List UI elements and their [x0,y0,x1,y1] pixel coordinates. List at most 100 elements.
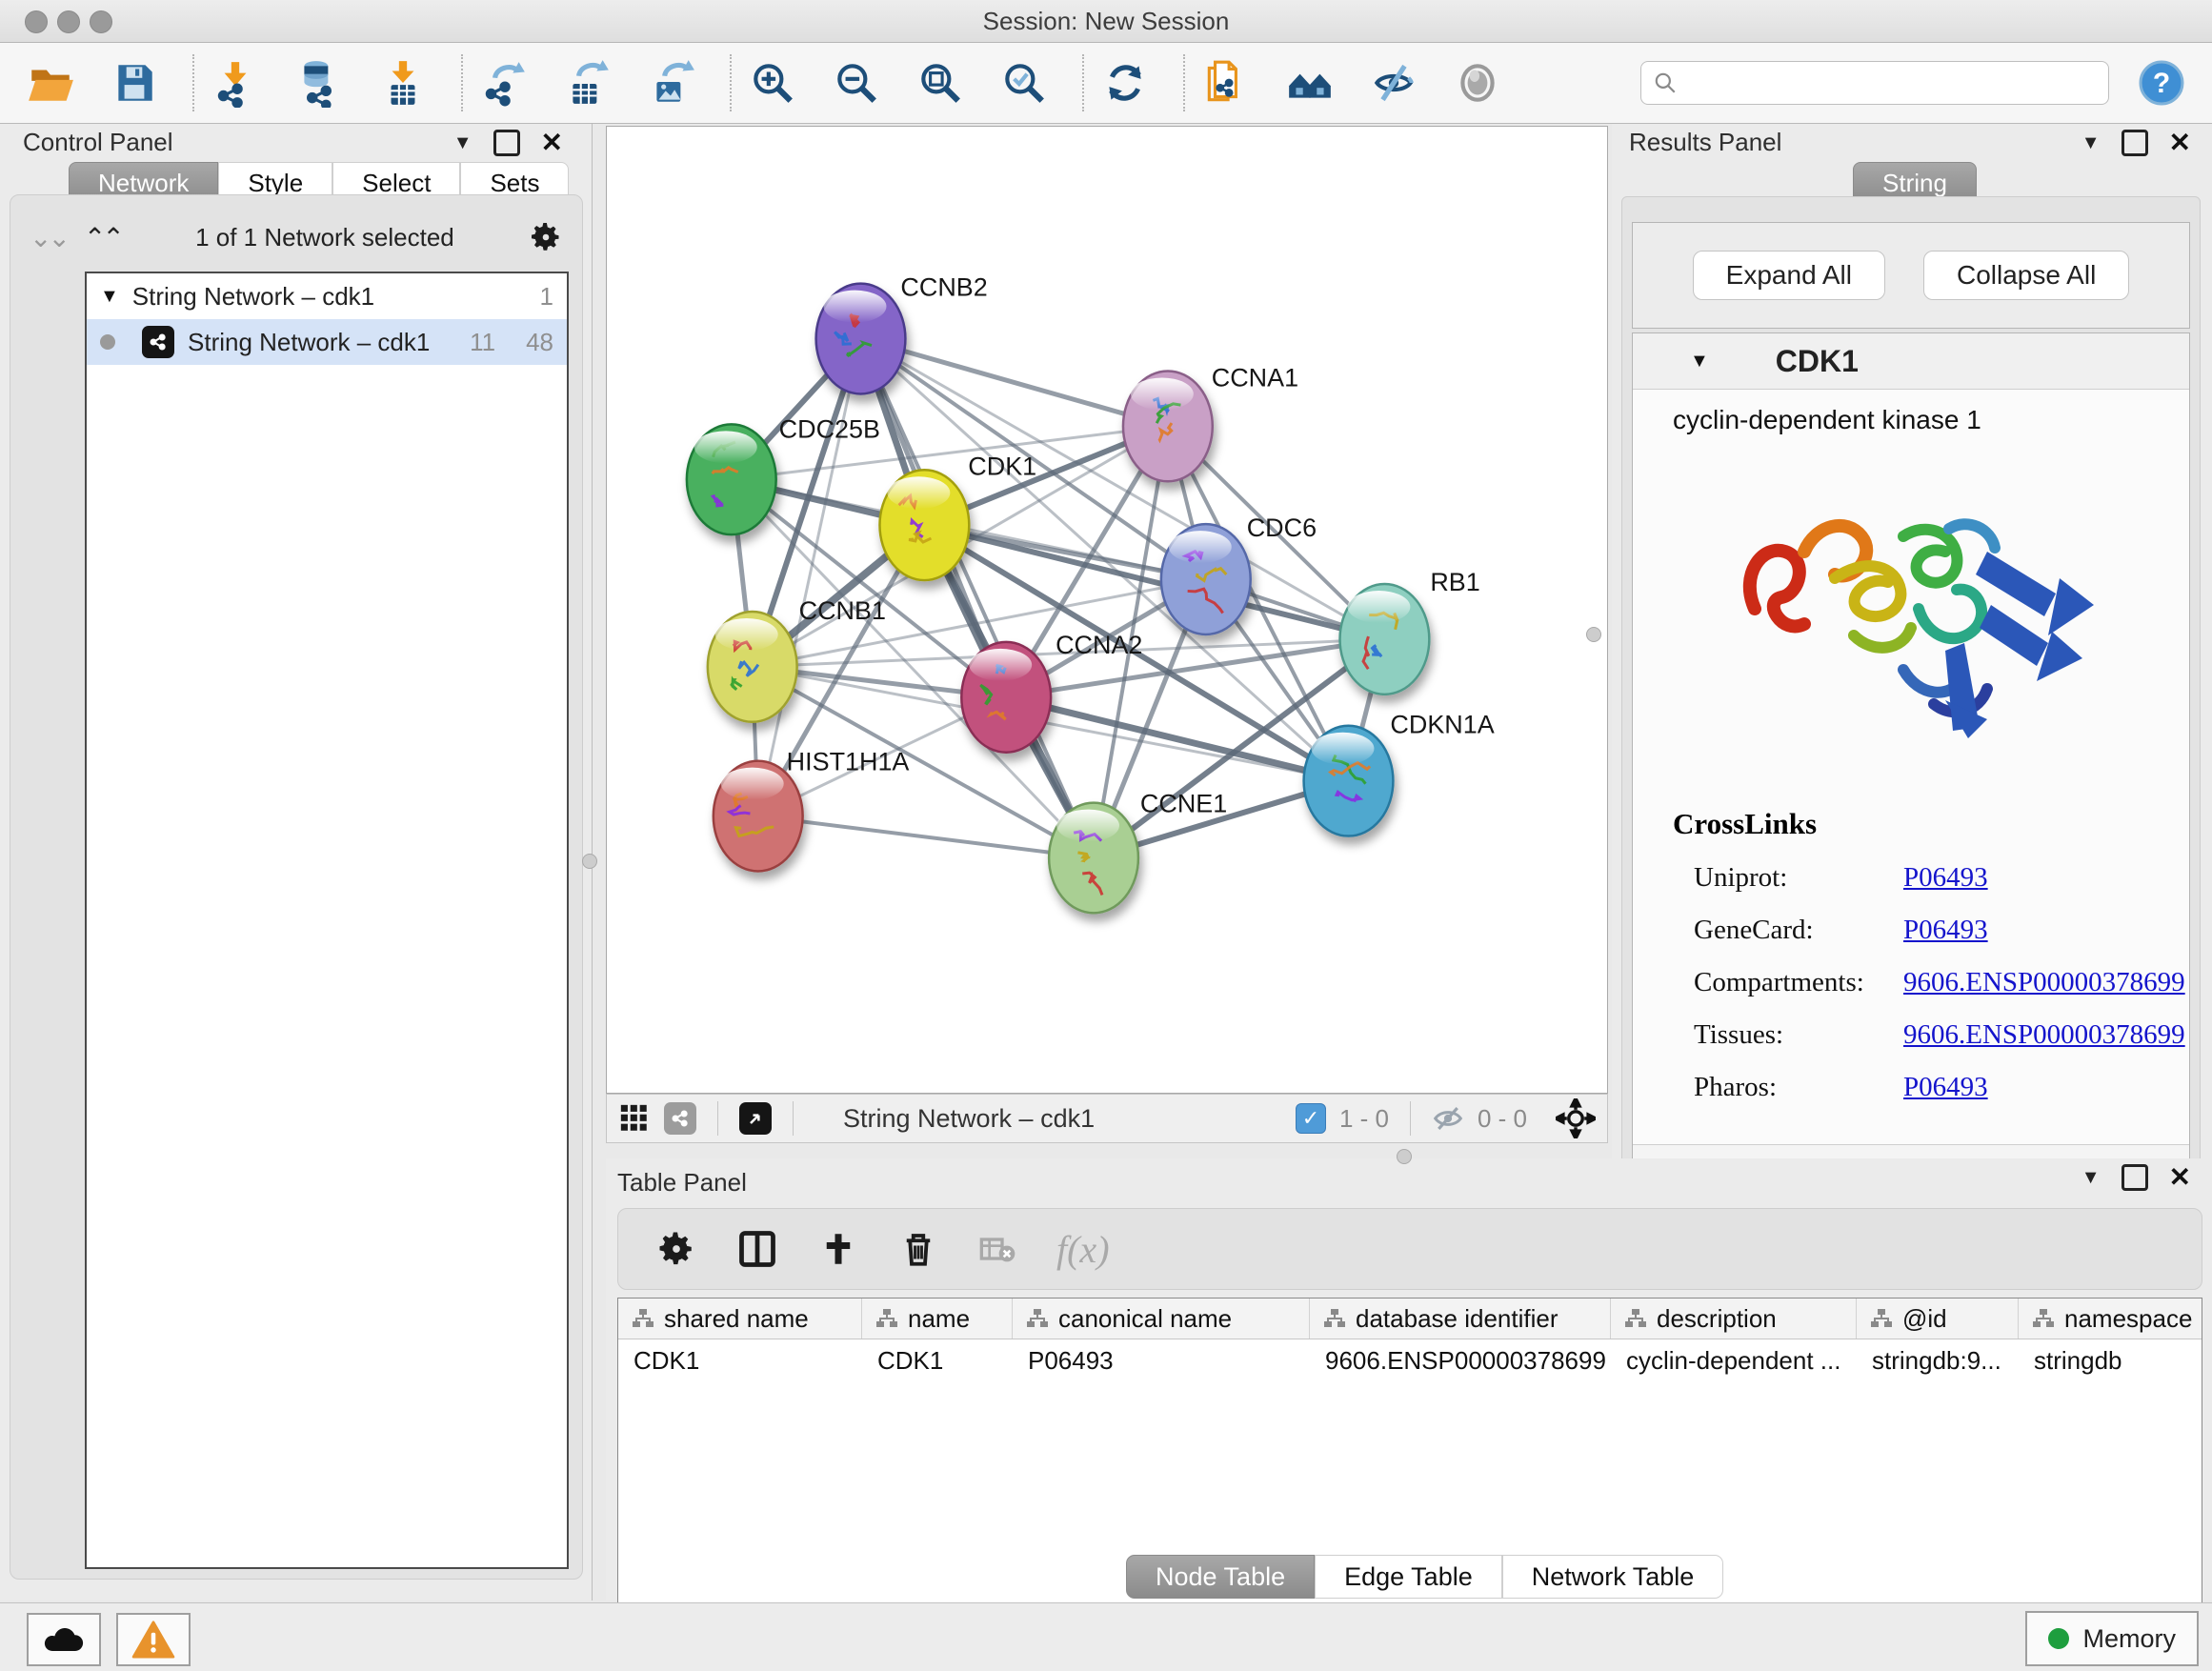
hide-panel-icon[interactable] [1368,57,1419,109]
close-panel-icon[interactable]: ✕ [2169,132,2191,153]
network-tree-row[interactable]: ▼String Network – cdk11 [87,273,567,319]
network-node-CDC6[interactable] [1161,524,1251,634]
table-panel-title: Table Panel [617,1168,747,1198]
open-in-window-icon[interactable] [739,1102,772,1135]
network-node-CCNA1[interactable] [1123,371,1213,481]
vertical-splitter-handle[interactable] [1586,627,1601,642]
tab-edge-table[interactable]: Edge Table [1315,1555,1502,1599]
collapse-tree-icon[interactable]: ▼ [100,286,119,308]
zoom-fit-icon[interactable] [915,57,966,109]
horizontal-splitter-handle[interactable] [1397,1149,1412,1164]
annotation-icon[interactable] [1200,57,1252,109]
table-cell[interactable]: CDK1 [618,1346,862,1376]
network-node-CDKN1A[interactable] [1304,726,1394,836]
table-settings-gear-icon[interactable] [656,1229,696,1269]
table-cell[interactable]: CDK1 [862,1346,1013,1376]
cloud-status-button[interactable] [27,1613,101,1666]
network-node-HIST1H1A[interactable] [714,761,803,872]
float-panel-icon[interactable] [493,130,520,156]
expand-all-icon[interactable]: ⌃⌃ [84,222,121,253]
column-header-name[interactable]: name [862,1299,1013,1339]
collapse-all-icon[interactable]: ⌄⌄ [30,222,67,253]
crosslink-link[interactable]: P06493 [1903,862,1988,894]
zoom-out-icon[interactable] [831,57,882,109]
birdseye-view-icon[interactable] [664,1102,696,1135]
presentation-icon[interactable] [1452,57,1503,109]
import-network-icon[interactable] [210,57,261,109]
zoom-in-icon[interactable] [747,57,798,109]
network-node-CCNA2[interactable] [961,642,1051,753]
export-network-icon[interactable] [478,57,530,109]
gear-icon[interactable] [529,220,563,254]
crosslink-link[interactable]: P06493 [1903,1072,1988,1103]
column-header-shared-name[interactable]: shared name [618,1299,862,1339]
column-header-canonical-name[interactable]: canonical name [1013,1299,1310,1339]
crosslink-link[interactable]: P06493 [1903,915,1988,946]
network-edge[interactable] [861,339,1095,858]
crosslink-link[interactable]: 9606.ENSP00000378699 [1903,1019,2185,1051]
crosslink-label: GeneCard: [1694,915,1903,946]
show-columns-icon[interactable] [736,1228,778,1270]
table-cell[interactable]: stringdb:9... [1857,1346,2019,1376]
export-image-icon[interactable] [646,57,697,109]
network-view-toolbar: String Network – cdk1 ✓ 1 - 0 0 - 0 [606,1094,1608,1143]
table-cell[interactable]: P06493 [1013,1346,1310,1376]
home-icon[interactable] [1284,57,1336,109]
import-network-from-database-icon[interactable] [293,57,345,109]
collapse-panel-icon[interactable]: ▼ [2081,132,2101,154]
network-node-CDK1[interactable] [879,470,969,580]
import-table-icon[interactable] [377,57,429,109]
tab-node-table[interactable]: Node Table [1126,1555,1315,1599]
zoom-selected-icon[interactable] [998,57,1050,109]
column-header--id[interactable]: @id [1857,1299,2019,1339]
collapse-section-icon[interactable]: ▼ [1690,351,1709,372]
tab-network-table[interactable]: Network Table [1502,1555,1724,1599]
column-header-description[interactable]: description [1611,1299,1857,1339]
warning-status-button[interactable] [116,1613,191,1666]
delete-column-icon[interactable] [898,1229,938,1269]
search-input[interactable] [1685,69,2097,97]
fit-content-icon[interactable] [1556,1098,1596,1138]
help-icon[interactable]: ? [2136,57,2187,109]
network-node-RB1[interactable] [1340,584,1430,695]
expand-all-button[interactable]: Expand All [1693,251,1885,300]
table-cell[interactable]: 9606.ENSP00000378699 [1310,1346,1611,1376]
network-node-CDC25B[interactable] [687,424,776,534]
add-column-icon[interactable] [818,1229,858,1269]
collapse-panel-icon[interactable]: ▼ [453,132,473,154]
float-panel-icon[interactable] [2122,130,2148,156]
network-tree-row[interactable]: String Network – cdk11148 [87,319,567,365]
table-cell[interactable]: cyclin-dependent ... [1611,1346,1857,1376]
table-cell[interactable]: stringdb [2019,1346,2202,1376]
column-header-database-identifier[interactable]: database identifier [1310,1299,1611,1339]
vertical-splitter-handle[interactable] [582,854,597,869]
warning-icon [131,1621,175,1659]
control-panel-title: Control Panel [23,128,173,157]
grid-view-icon[interactable] [618,1102,651,1135]
network-node-CCNB2[interactable] [816,284,906,394]
network-edge[interactable] [758,339,861,816]
table-row[interactable]: CDK1CDK1P064939606.ENSP00000378699cyclin… [618,1339,2202,1381]
open-session-icon[interactable] [25,57,76,109]
network-edge[interactable] [861,339,1168,427]
close-panel-icon[interactable]: ✕ [2169,1167,2191,1188]
network-edge[interactable] [758,816,1094,858]
memory-status-dot [2048,1628,2069,1649]
toolbar-separator [730,54,732,111]
network-node-CCNE1[interactable] [1049,803,1138,914]
protein-structure-image [1720,460,2101,775]
network-canvas[interactable]: CCNB2CCNA1CDC25BCDK1CDC6RB1CCNB1CCNA2CDK… [606,126,1608,1094]
float-panel-icon[interactable] [2122,1164,2148,1191]
selected-nodes-checkbox[interactable]: ✓ [1296,1103,1326,1134]
collapse-all-button[interactable]: Collapse All [1923,251,2129,300]
crosslink-link[interactable]: 9606.ENSP00000378699 [1903,967,2185,998]
refresh-icon[interactable] [1099,57,1151,109]
column-header-namespace[interactable]: namespace [2019,1299,2202,1339]
search-box[interactable] [1640,61,2109,105]
close-panel-icon[interactable]: ✕ [541,132,563,153]
memory-button[interactable]: Memory [2025,1611,2199,1666]
network-node-CCNB1[interactable] [708,612,797,722]
export-table-icon[interactable] [562,57,613,109]
collapse-panel-icon[interactable]: ▼ [2081,1167,2101,1189]
save-session-icon[interactable] [109,57,160,109]
